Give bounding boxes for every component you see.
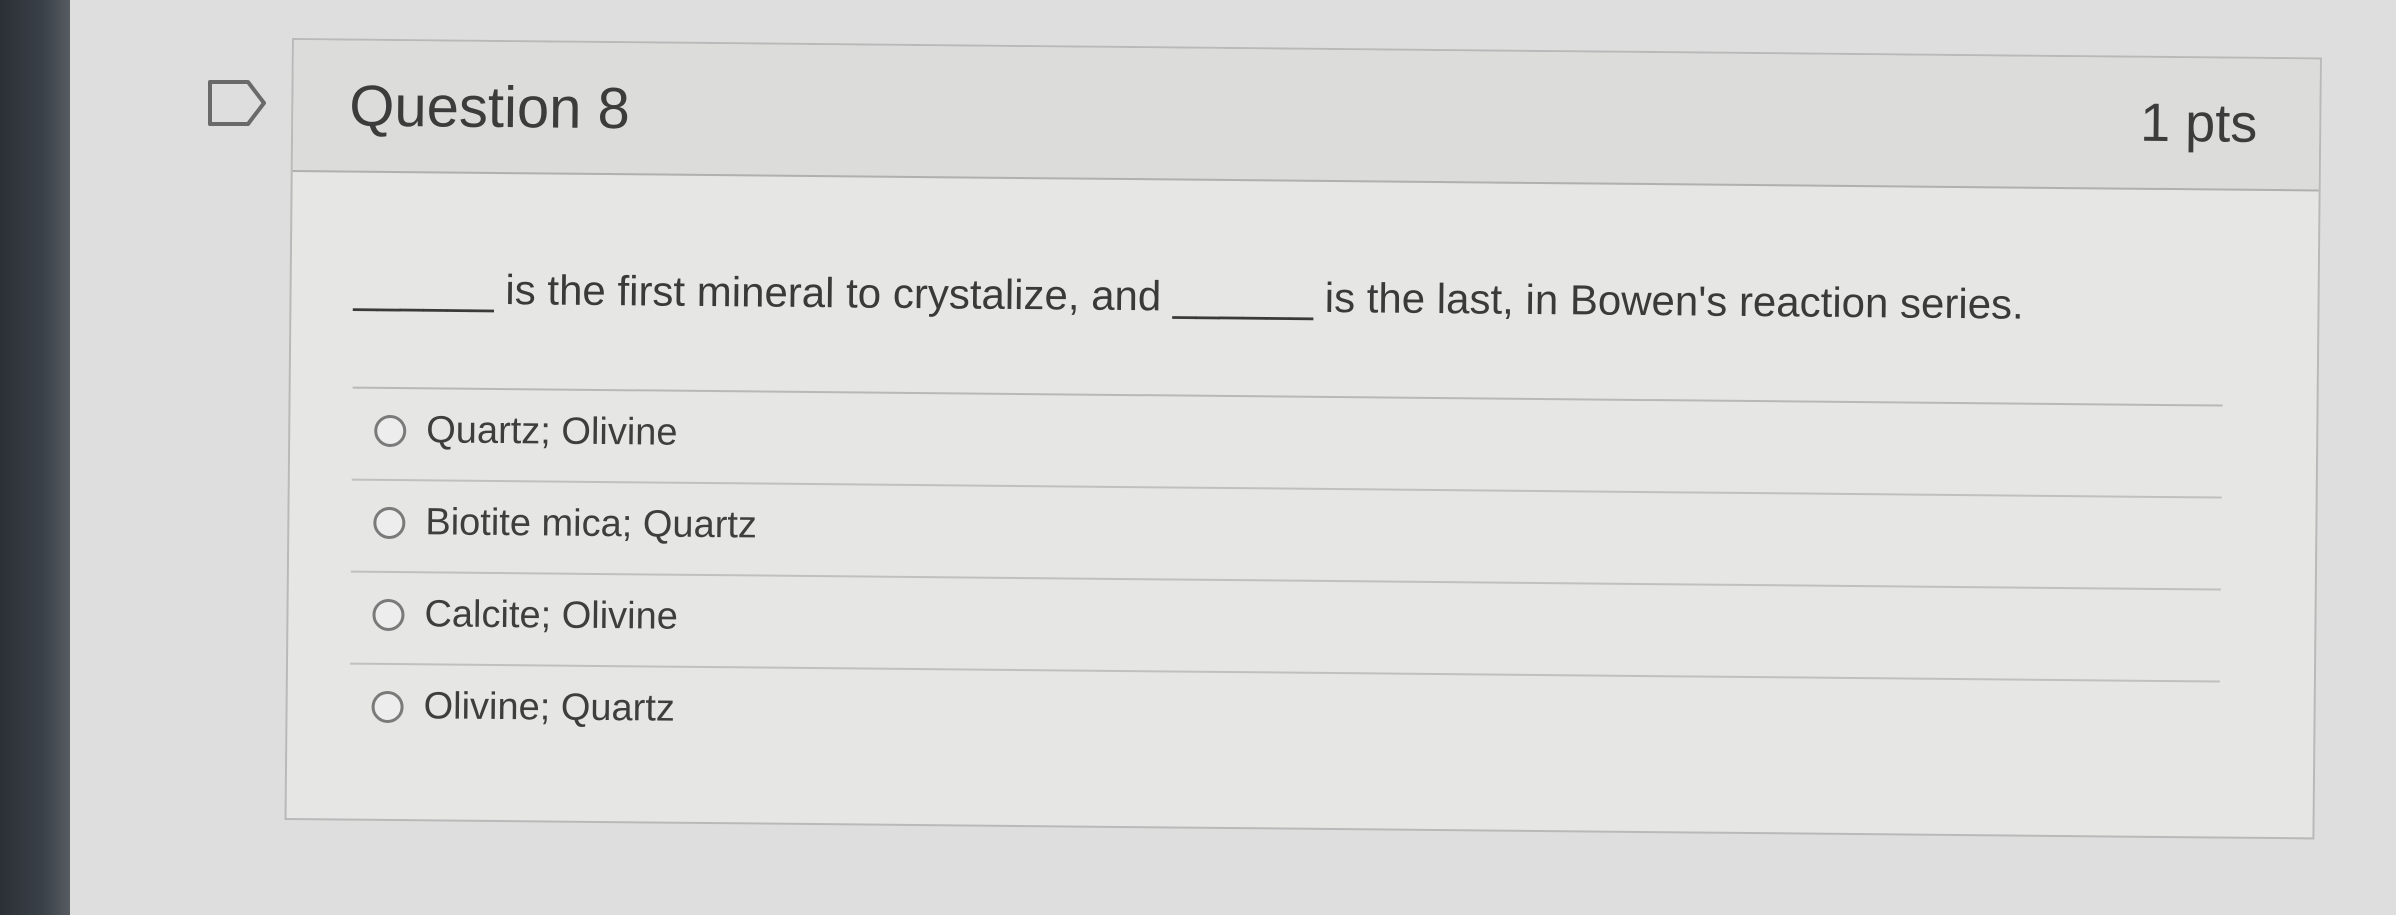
answer-list: Quartz; Olivine Biotite mica; Quartz Cal…	[349, 388, 2223, 775]
screen-bezel	[0, 0, 70, 915]
radio-button[interactable]	[371, 690, 404, 724]
flag-question-icon[interactable]	[206, 78, 268, 128]
question-card: Question 8 1 pts ______ is the first min…	[284, 38, 2322, 840]
question-text: ______ is the first mineral to crystaliz…	[353, 264, 2024, 328]
answer-label[interactable]: Biotite mica; Quartz	[425, 501, 757, 547]
radio-button[interactable]	[372, 598, 405, 632]
answer-label[interactable]: Calcite; Olivine	[424, 593, 678, 638]
question-header: Question 8 1 pts	[292, 40, 2320, 192]
radio-button[interactable]	[373, 506, 406, 540]
answer-option[interactable]: Olivine; Quartz	[349, 665, 2220, 775]
radio-button[interactable]	[374, 414, 407, 448]
answer-option[interactable]: Quartz; Olivine	[351, 388, 2223, 499]
question-title: Question 8	[349, 73, 631, 142]
answer-option[interactable]: Calcite; Olivine	[349, 572, 2221, 683]
answer-label[interactable]: Quartz; Olivine	[426, 409, 678, 454]
answer-option[interactable]: Biotite mica; Quartz	[350, 480, 2222, 591]
answer-label[interactable]: Olivine; Quartz	[423, 685, 675, 730]
question-points: 1 pts	[2139, 92, 2258, 154]
